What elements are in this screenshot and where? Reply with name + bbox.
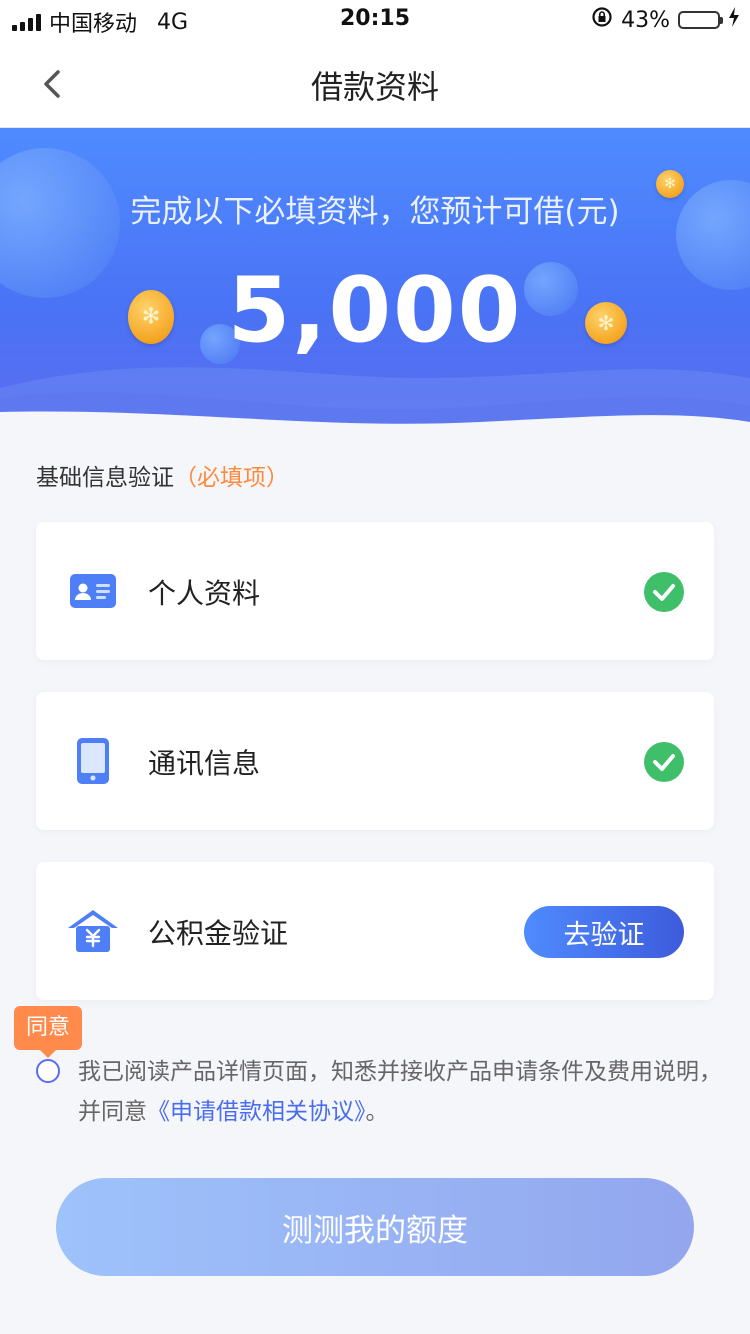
check-quota-button[interactable]: 测测我的额度 <box>56 1178 694 1276</box>
check-icon <box>644 742 684 782</box>
card-label: 公积金验证 <box>148 917 289 950</box>
battery-percent: 43% <box>621 7 670 33</box>
agreement-text: 我已阅读产品详情页面，知悉并接收产品申请条件及费用说明，并同意《申请借款相关协议… <box>78 1052 728 1132</box>
card-label: 通讯信息 <box>148 747 261 780</box>
charging-icon <box>728 7 740 33</box>
card-housing-fund[interactable]: 公积金验证 去验证 <box>36 862 714 1000</box>
check-icon <box>644 572 684 612</box>
rotation-lock-icon <box>591 6 613 34</box>
hero-subtitle: 完成以下必填资料，您预计可借(元) <box>130 194 620 230</box>
battery-icon <box>678 11 723 29</box>
verify-button[interactable]: 去验证 <box>524 906 684 958</box>
agreement-suffix: 。 <box>365 1099 389 1125</box>
section-title-text: 基础信息验证 <box>36 465 174 491</box>
page-title: 借款资料 <box>310 68 439 106</box>
house-fund-icon <box>68 910 118 952</box>
agree-radio[interactable] <box>36 1059 60 1083</box>
card-contact-info[interactable]: 通讯信息 <box>36 692 714 830</box>
agree-tooltip: 同意 <box>14 1006 82 1058</box>
hero-banner: 完成以下必填资料，您预计可借(元) 5,000 <box>0 128 750 428</box>
card-label: 个人资料 <box>148 577 261 610</box>
agreement-link[interactable]: 《申请借款相关协议》 <box>147 1099 366 1125</box>
card-personal-info[interactable]: 个人资料 <box>36 522 714 660</box>
nav-bar: 借款资料 <box>0 40 750 128</box>
phone-icon <box>77 738 109 784</box>
required-tag: （必填项） <box>174 465 289 491</box>
id-card-icon <box>70 574 116 608</box>
hero-wave <box>0 367 750 428</box>
section-title: 基础信息验证（必填项） <box>36 458 289 492</box>
status-bar: 中国移动 4G 20:15 43% <box>0 0 750 40</box>
